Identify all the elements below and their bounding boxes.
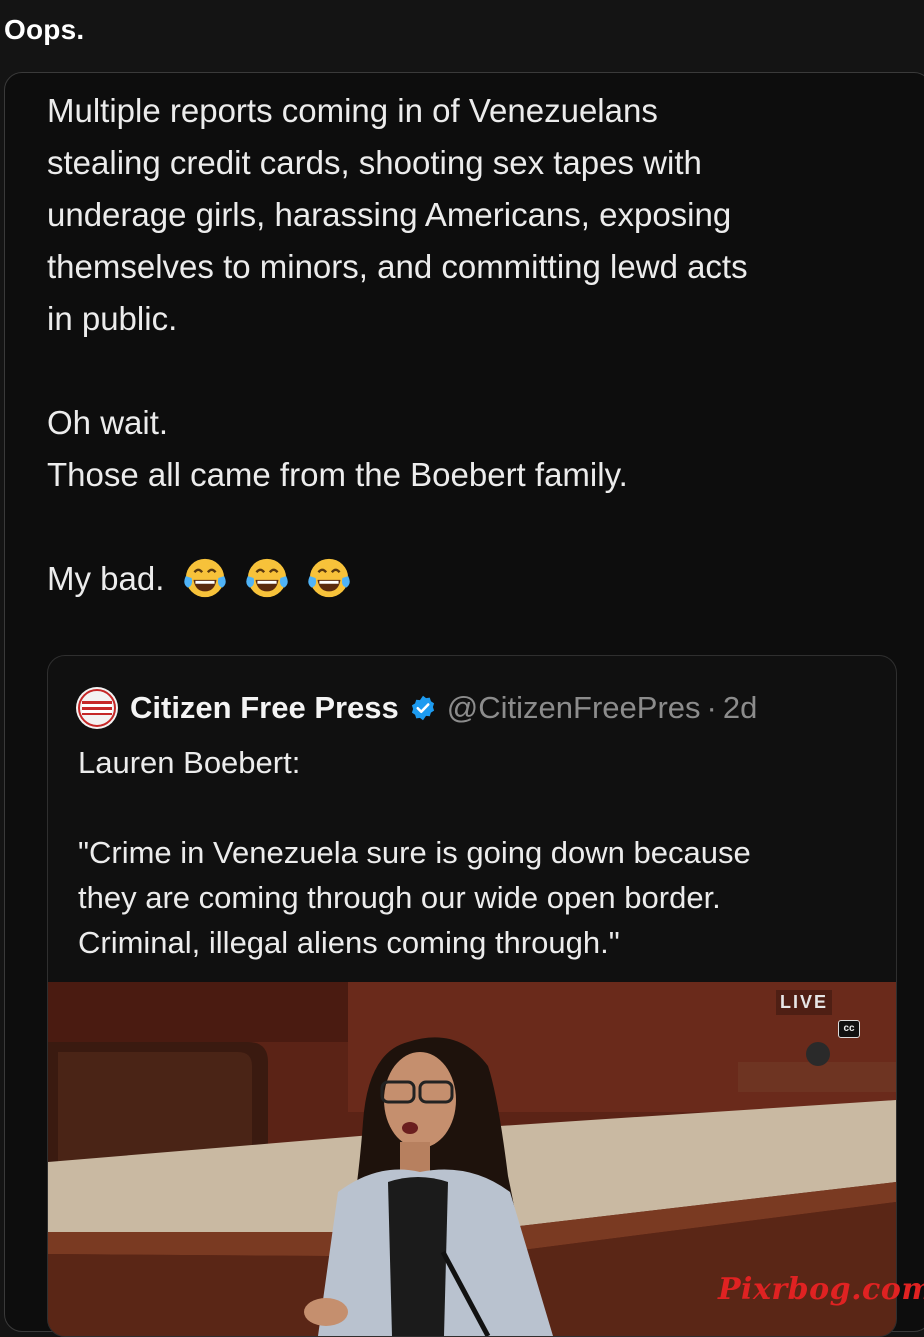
quote-header: Citizen Free Press @CitizenFreePres · 2d: [76, 686, 757, 730]
post-text-line: Multiple reports coming in of Venezuelan…: [47, 92, 658, 129]
emoji-row: [182, 555, 359, 608]
watermark: Pixrbog.com: [718, 1272, 924, 1307]
post-text-line: stealing credit cards, shooting sex tape…: [47, 144, 702, 181]
post-card[interactable]: Multiple reports coming in of Venezuelan…: [4, 72, 924, 1337]
face-with-tears-of-joy-icon: [308, 558, 350, 597]
post-text-line: underage girls, harassing Americans, exp…: [47, 196, 732, 233]
post-body: Multiple reports coming in of Venezuelan…: [47, 85, 907, 608]
post-text-line: in public.: [47, 300, 178, 337]
handle[interactable]: @CitizenFreePres: [447, 690, 701, 726]
quote-tweet-card[interactable]: Citizen Free Press @CitizenFreePres · 2d…: [47, 655, 897, 1337]
quote-text-line: Lauren Boebert:: [78, 745, 301, 780]
face-with-tears-of-joy-icon: [246, 558, 288, 597]
post-text-line: Oh wait.: [47, 404, 169, 441]
page-title: Oops.: [4, 14, 85, 45]
verified-badge-icon: [411, 695, 434, 721]
timestamp[interactable]: 2d: [723, 690, 757, 726]
dot-separator: ·: [706, 690, 717, 725]
live-badge: LIVE: [776, 990, 833, 1015]
post-closing-line: My bad.: [47, 553, 907, 608]
quote-text-line: they are coming through our wide open bo…: [78, 880, 721, 915]
post-text-line: Those all came from the Boebert family.: [47, 456, 628, 493]
quote-text-line: Criminal, illegal aliens coming through.…: [78, 925, 620, 960]
post-text-line: themselves to minors, and committing lew…: [47, 248, 748, 285]
quote-text-line: "Crime in Venezuela sure is going down b…: [78, 835, 751, 870]
avatar[interactable]: [76, 687, 118, 729]
post-closing-text: My bad.: [47, 560, 165, 597]
display-name[interactable]: Citizen Free Press: [130, 690, 399, 726]
closed-captions-button[interactable]: cc: [838, 1020, 860, 1038]
face-with-tears-of-joy-icon: [183, 558, 226, 597]
quote-text: Lauren Boebert: "Crime in Venezuela sure…: [78, 740, 751, 965]
